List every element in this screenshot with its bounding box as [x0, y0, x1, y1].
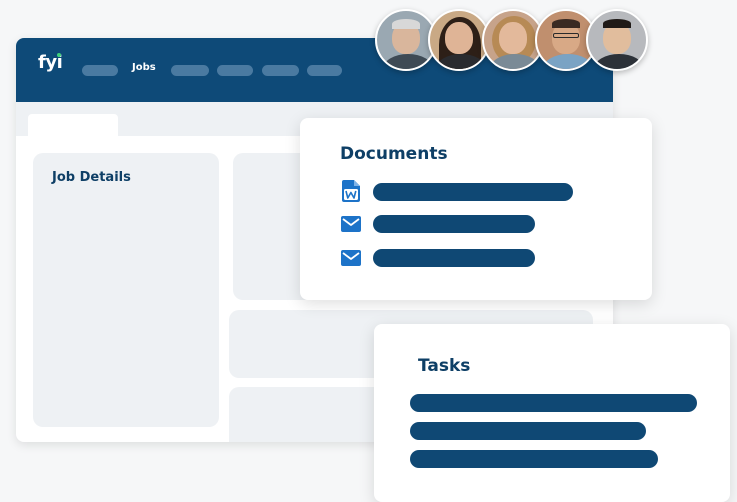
documents-card: Documents [300, 118, 652, 300]
document-item-bar-1[interactable] [373, 183, 573, 201]
nav-item-jobs[interactable]: Jobs [132, 62, 156, 73]
document-item-bar-3[interactable] [373, 249, 535, 267]
nav-item-placeholder-4[interactable] [262, 65, 299, 76]
nav-item-placeholder-5[interactable] [307, 65, 342, 76]
nav-item-placeholder-1[interactable] [82, 65, 118, 76]
tasks-title: Tasks [418, 356, 471, 376]
tasks-card: Tasks [374, 324, 730, 502]
person-man-suit-avatar[interactable] [586, 9, 648, 71]
nav-item-placeholder-3[interactable] [217, 65, 253, 76]
logo-dot [57, 53, 61, 57]
fyi-logo[interactable]: fyi [38, 52, 63, 73]
nav-item-placeholder-2[interactable] [171, 65, 209, 76]
documents-title: Documents [340, 144, 448, 164]
email-icon [341, 250, 361, 266]
word-document-icon [342, 180, 360, 202]
document-item-bar-2[interactable] [373, 215, 535, 233]
tab-active[interactable] [28, 114, 118, 136]
task-item-bar-2[interactable] [410, 422, 646, 440]
job-details-panel [33, 153, 219, 427]
email-icon [341, 216, 361, 232]
task-item-bar-1[interactable] [410, 394, 697, 412]
person-woman-dark-hair-avatar[interactable] [428, 9, 490, 71]
task-item-bar-3[interactable] [410, 450, 658, 468]
job-details-title: Job Details [52, 170, 131, 185]
